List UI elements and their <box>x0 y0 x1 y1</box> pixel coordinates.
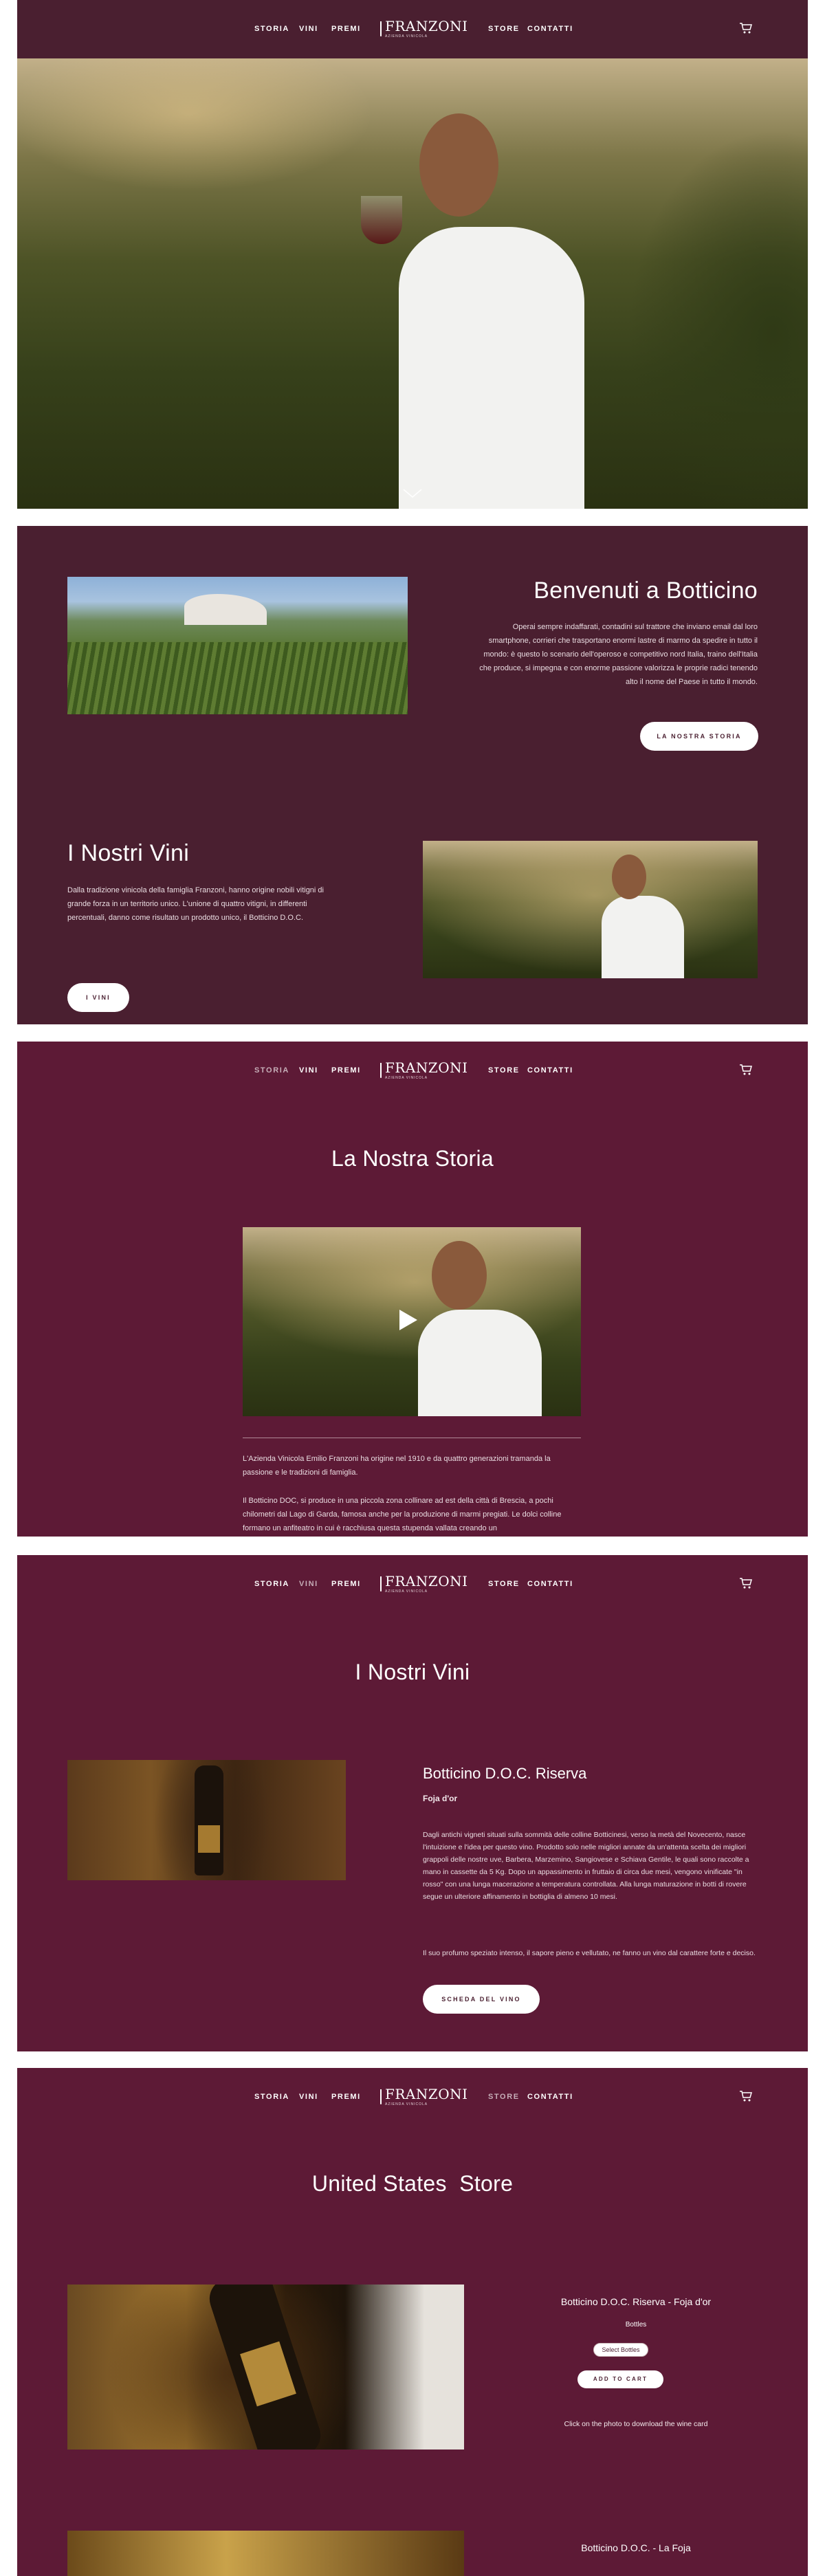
nav-contatti[interactable]: CONTATTI <box>527 2093 573 2101</box>
story-video[interactable] <box>243 1227 581 1416</box>
wine-glass <box>361 196 402 244</box>
wine-card-note: Click on the photo to download the wine … <box>564 2420 708 2428</box>
nav-store-active[interactable]: STORE <box>488 2093 520 2101</box>
nav-premi[interactable]: PREMI <box>331 2093 361 2101</box>
story-panel: STORIA VINI PREMI FRANZONI AZIENDA VINICO… <box>17 1042 808 1537</box>
crest-icon <box>380 2089 382 2104</box>
store-product-photo-2[interactable] <box>67 2531 464 2576</box>
cart-icon[interactable] <box>739 1064 753 1076</box>
i-vini-button[interactable]: I VINI <box>67 983 129 1012</box>
welcome-title: Benvenuti a Botticino <box>534 577 758 604</box>
home-content-panel: Benvenuti a Botticino Operai sempre inda… <box>17 526 808 1024</box>
nav-store[interactable]: STORE <box>488 1066 520 1075</box>
vineyard-rows <box>67 642 408 714</box>
store-product-2-name: Botticino D.O.C. - La Foja <box>581 2542 691 2553</box>
hero-panel: STORIA VINI PREMI FRANZONI AZIENDA VINICO… <box>17 0 808 509</box>
welcome-text: Operai sempre indaffarati, contadini sul… <box>479 623 758 686</box>
vineyard-photo <box>67 577 408 714</box>
nav-store[interactable]: STORE <box>488 25 520 33</box>
franzoni-logo[interactable]: FRANZONI AZIENDA VINICOLA <box>380 1574 468 1594</box>
product-sub: Foja d'or <box>423 1794 458 1803</box>
video-person-shirt <box>418 1310 542 1416</box>
nav-storia[interactable]: STORIA <box>254 2093 289 2101</box>
nav-premi[interactable]: PREMI <box>331 1580 361 1588</box>
wines-page-title: I Nostri Vini <box>355 1660 470 1684</box>
crest-icon <box>380 1576 382 1592</box>
store-product-photo-1[interactable] <box>67 2285 464 2450</box>
store-title: United States Store <box>311 2171 514 2196</box>
crest-icon <box>380 1063 382 1078</box>
wines-panel: STORIA VINI PREMI FRANZONI AZIENDA VINICO… <box>17 1555 808 2051</box>
story-para-2: Il Botticino DOC, si produce in una picc… <box>243 1497 562 1532</box>
nav-vini[interactable]: VINI <box>299 1066 318 1075</box>
video-person-head <box>432 1241 487 1310</box>
top-nav: STORIA VINI PREMI FRANZONI AZIENDA VINICO… <box>17 0 808 56</box>
crest-icon <box>380 21 382 36</box>
wines-nav: STORIA VINI PREMI FRANZONI AZIENDA VINICO… <box>17 1555 808 1611</box>
nav-contatti[interactable]: CONTATTI <box>527 25 573 33</box>
bottle-photo <box>67 1760 346 1880</box>
bottles-select[interactable]: Select Bottles <box>593 2343 648 2357</box>
nav-vini-active[interactable]: VINI <box>299 1580 318 1588</box>
wines-photo <box>423 841 758 978</box>
nav-premi[interactable]: PREMI <box>331 25 361 33</box>
wines-text: Dalla tradizione vinicola della famiglia… <box>67 886 324 922</box>
story-title: La Nostra Storia <box>331 1146 494 1171</box>
product-description-2: Il suo profumo speziato intenso, il sapo… <box>423 1949 756 1957</box>
store-panel: STORIA VINI PREMI FRANZONI AZIENDA VINICO… <box>17 2068 808 2576</box>
story-nav: STORIA VINI PREMI FRANZONI AZIENDA VINICO… <box>17 1042 808 1098</box>
hero-photo <box>17 58 808 509</box>
nav-premi[interactable]: PREMI <box>331 1066 361 1075</box>
nav-storia-active[interactable]: STORIA <box>254 1066 289 1075</box>
scheda-del-vino-button[interactable]: SCHEDA DEL VINO <box>423 1985 540 2014</box>
franzoni-logo[interactable]: FRANZONI AZIENDA VINICOLA <box>380 1061 468 1080</box>
nav-storia[interactable]: STORIA <box>254 25 289 33</box>
scroll-down-icon[interactable] <box>402 488 423 499</box>
wines-title: I Nostri Vini <box>67 840 190 866</box>
nav-vini[interactable]: VINI <box>299 2093 318 2101</box>
person-shirt <box>399 227 584 509</box>
play-icon[interactable] <box>398 1308 419 1332</box>
wines-person-head <box>612 855 646 899</box>
person-head <box>419 113 498 217</box>
bottles-label: Bottles <box>625 2321 647 2329</box>
cart-icon[interactable] <box>739 1577 753 1589</box>
add-to-cart-button[interactable]: ADD TO CART <box>578 2370 663 2388</box>
cart-icon[interactable] <box>739 22 753 34</box>
nav-vini[interactable]: VINI <box>299 25 318 33</box>
franzoni-logo[interactable]: FRANZONI AZIENDA VINICOLA <box>380 2087 468 2106</box>
la-nostra-storia-button[interactable]: LA NOSTRA STORIA <box>640 722 758 751</box>
store-product-1-name: Botticino D.O.C. Riserva - Foja d'or <box>560 2296 712 2307</box>
nav-store[interactable]: STORE <box>488 1580 520 1588</box>
store-nav: STORIA VINI PREMI FRANZONI AZIENDA VINICO… <box>17 2068 808 2124</box>
product-name: Botticino D.O.C. Riserva <box>423 1765 587 1782</box>
story-para-1: L'Azienda Vinicola Emilio Franzoni ha or… <box>243 1455 551 1477</box>
nav-contatti[interactable]: CONTATTI <box>527 1066 573 1075</box>
franzoni-logo[interactable]: FRANZONI AZIENDA VINICOLA <box>380 19 468 38</box>
bottle-label <box>198 1825 220 1853</box>
product-description: Dagli antichi vigneti situati sulla somm… <box>423 1831 749 1901</box>
nav-contatti[interactable]: CONTATTI <box>527 1580 573 1588</box>
bottle <box>195 1765 223 1875</box>
nav-storia[interactable]: STORIA <box>254 1580 289 1588</box>
cart-icon[interactable] <box>739 2090 753 2102</box>
wines-person-shirt <box>602 896 684 978</box>
quarry-hill <box>184 594 267 625</box>
